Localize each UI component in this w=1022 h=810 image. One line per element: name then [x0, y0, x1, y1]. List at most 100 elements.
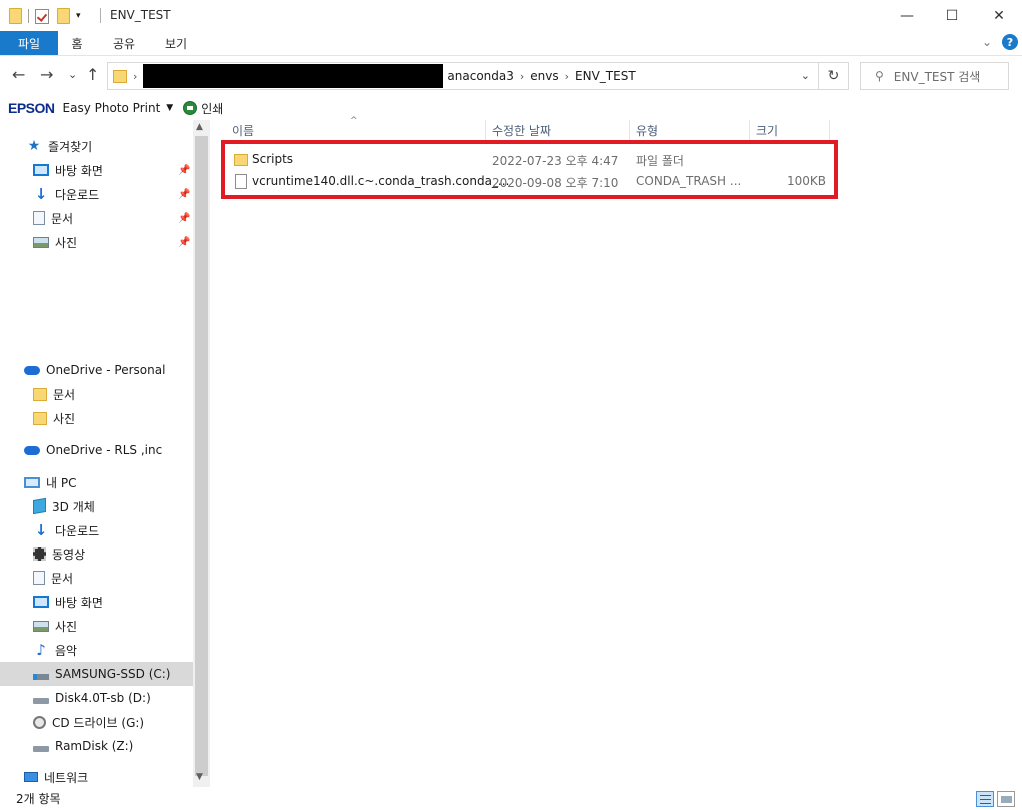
sidebar-item-label: Disk4.0T-sb (D:): [55, 691, 151, 705]
sidebar-item-pc-documents[interactable]: 문서: [33, 566, 73, 590]
sidebar-item-label: 다운로드: [55, 187, 100, 202]
scroll-down-icon[interactable]: ▼: [196, 772, 203, 782]
sidebar-item-label: 내 PC: [46, 475, 77, 490]
column-header-modified[interactable]: 수정한 날짜: [486, 120, 630, 140]
tab-file[interactable]: 파일: [0, 31, 58, 55]
title-bar: ▾ ENV_TEST — ☐ ✕: [0, 0, 1022, 31]
pin-icon[interactable]: 📌: [178, 213, 190, 224]
file-size: 100KB: [787, 174, 827, 188]
file-row-vcruntime[interactable]: vcruntime140.dll.c~.conda_trash.conda_..…: [226, 171, 826, 193]
customize-toolbar-icon[interactable]: ▾: [76, 11, 81, 21]
sidebar-item-drive-z[interactable]: RamDisk (Z:): [33, 734, 133, 758]
sidebar-item-drive-c[interactable]: SAMSUNG-SSD (C:): [0, 662, 193, 686]
sidebar-item-pc-downloads[interactable]: ↓ 다운로드: [33, 518, 99, 542]
minimize-button[interactable]: —: [884, 0, 930, 31]
up-button[interactable]: ↑: [86, 65, 99, 84]
sidebar-item-videos[interactable]: 동영상: [33, 542, 85, 566]
sidebar-item-pc-desktop[interactable]: 바탕 화면: [33, 590, 103, 614]
quick-access-toolbar: ▾: [9, 7, 81, 25]
breadcrumb-env-test[interactable]: ENV_TEST: [575, 69, 636, 83]
details-view-button[interactable]: [976, 791, 994, 807]
desktop-icon: [33, 164, 49, 176]
column-header-type[interactable]: 유형: [630, 120, 750, 140]
sidebar-item-label: RamDisk (Z:): [55, 739, 134, 753]
refresh-button[interactable]: ↻: [819, 62, 849, 90]
sidebar-item-this-pc[interactable]: 내 PC: [24, 470, 76, 494]
breadcrumb-chevron-icon[interactable]: ›: [565, 70, 569, 83]
sidebar-item-label: 사진: [55, 619, 78, 634]
tab-view[interactable]: 보기: [154, 31, 198, 55]
close-button[interactable]: ✕: [976, 0, 1022, 31]
sidebar-item-label: OneDrive - RLS ,inc: [46, 443, 163, 457]
sidebar-item-downloads[interactable]: ↓ 다운로드: [33, 182, 99, 206]
sidebar-item-label: 사진: [55, 235, 78, 250]
address-bar[interactable]: › anaconda3 › envs › ENV_TEST ⌄: [107, 62, 819, 90]
column-header-size[interactable]: 크기: [750, 120, 830, 140]
help-icon[interactable]: ?: [1002, 34, 1018, 50]
folder-icon: [234, 154, 248, 166]
sidebar-item-pictures[interactable]: 사진: [33, 230, 77, 254]
pin-icon[interactable]: 📌: [178, 165, 190, 176]
file-name: vcruntime140.dll.c~.conda_trash.conda_..…: [252, 174, 510, 188]
search-box[interactable]: ⚲ ENV_TEST 검색: [860, 62, 1009, 90]
scroll-up-icon[interactable]: ▲: [196, 122, 203, 132]
sidebar-item-pc-pictures[interactable]: 사진: [33, 614, 77, 638]
sidebar-item-network[interactable]: 네트워크: [24, 765, 88, 789]
file-row-scripts[interactable]: Scripts 2022-07-23 오후 4:47 파일 폴더: [226, 149, 826, 171]
breadcrumb-chevron-icon[interactable]: ›: [133, 70, 137, 83]
3d-objects-icon: [33, 497, 46, 515]
breadcrumb-envs[interactable]: envs: [530, 69, 558, 83]
address-dropdown-icon[interactable]: ⌄: [801, 69, 810, 82]
breadcrumb-anaconda3[interactable]: anaconda3: [447, 69, 513, 83]
sidebar-item-documents[interactable]: 문서: [33, 206, 73, 230]
download-icon: ↓: [34, 521, 48, 539]
sidebar-item-label: 즐겨찾기: [48, 139, 93, 154]
onedrive-cloud-icon: [24, 445, 40, 455]
sidebar-item-3d-objects[interactable]: 3D 개체: [33, 494, 95, 518]
sidebar-item-onedrive-pictures[interactable]: 사진: [33, 406, 75, 430]
sidebar-item-onedrive-personal[interactable]: OneDrive - Personal: [24, 358, 165, 382]
sidebar-item-onedrive-rls[interactable]: OneDrive - RLS ,inc: [24, 438, 162, 462]
tab-home[interactable]: 홈: [60, 31, 94, 55]
properties-icon[interactable]: [35, 8, 49, 24]
breadcrumb-chevron-icon[interactable]: ›: [520, 70, 524, 83]
scrollbar-thumb[interactable]: [195, 136, 208, 776]
navigation-pane: ★ 즐겨찾기 바탕 화면 📌 ↓ 다운로드 📌 문서 📌 사진 📌 OneDri…: [0, 120, 210, 787]
toolbar-separator: [28, 9, 29, 23]
tab-share[interactable]: 공유: [102, 31, 146, 55]
download-icon: ↓: [34, 185, 48, 203]
computer-icon: [24, 476, 40, 488]
picture-icon: [33, 236, 49, 248]
print-button[interactable]: 인쇄: [201, 100, 223, 117]
column-header-name[interactable]: 이름: [226, 120, 486, 140]
folder-icon: [9, 8, 22, 24]
sidebar-item-label: 음악: [55, 643, 78, 658]
easy-photo-print-button[interactable]: Easy Photo Print: [63, 101, 161, 115]
file-modified: 2022-07-23 오후 4:47: [492, 154, 619, 168]
forward-button[interactable]: →: [40, 65, 53, 84]
window-title: ENV_TEST: [110, 8, 171, 22]
file-type: CONDA_TRASH ...: [636, 174, 742, 188]
sidebar-item-desktop[interactable]: 바탕 화면: [33, 158, 103, 182]
recent-locations-button[interactable]: ⌄: [68, 68, 77, 81]
sidebar-item-drive-d[interactable]: Disk4.0T-sb (D:): [33, 686, 151, 710]
navigation-bar: ← → ⌄ ↑ › anaconda3 › envs › ENV_TEST ⌄ …: [0, 57, 1022, 95]
file-name: Scripts: [252, 152, 294, 166]
large-icons-view-button[interactable]: [997, 791, 1015, 807]
sidebar-item-onedrive-documents[interactable]: 문서: [33, 382, 75, 406]
maximize-button[interactable]: ☐: [929, 0, 975, 31]
sidebar-item-music[interactable]: ♪ 음악: [33, 638, 77, 662]
sidebar-item-quick-access[interactable]: ★ 즐겨찾기: [26, 134, 92, 158]
expand-ribbon-icon[interactable]: ⌄: [982, 35, 992, 49]
back-button[interactable]: ←: [12, 65, 25, 84]
sidebar-item-drive-g[interactable]: CD 드라이브 (G:): [33, 710, 144, 734]
navigation-scrollbar[interactable]: ▲ ▼: [193, 120, 210, 787]
sidebar-item-label: SAMSUNG-SSD (C:): [55, 667, 171, 681]
sidebar-item-label: 3D 개체: [52, 499, 95, 514]
new-folder-icon[interactable]: [57, 8, 70, 24]
pin-icon[interactable]: 📌: [178, 237, 190, 248]
easy-photo-print-dropdown-icon[interactable]: ▼: [166, 103, 173, 113]
folder-icon: [33, 411, 47, 425]
pin-icon[interactable]: 📌: [178, 189, 190, 200]
print-icon[interactable]: [183, 101, 198, 115]
